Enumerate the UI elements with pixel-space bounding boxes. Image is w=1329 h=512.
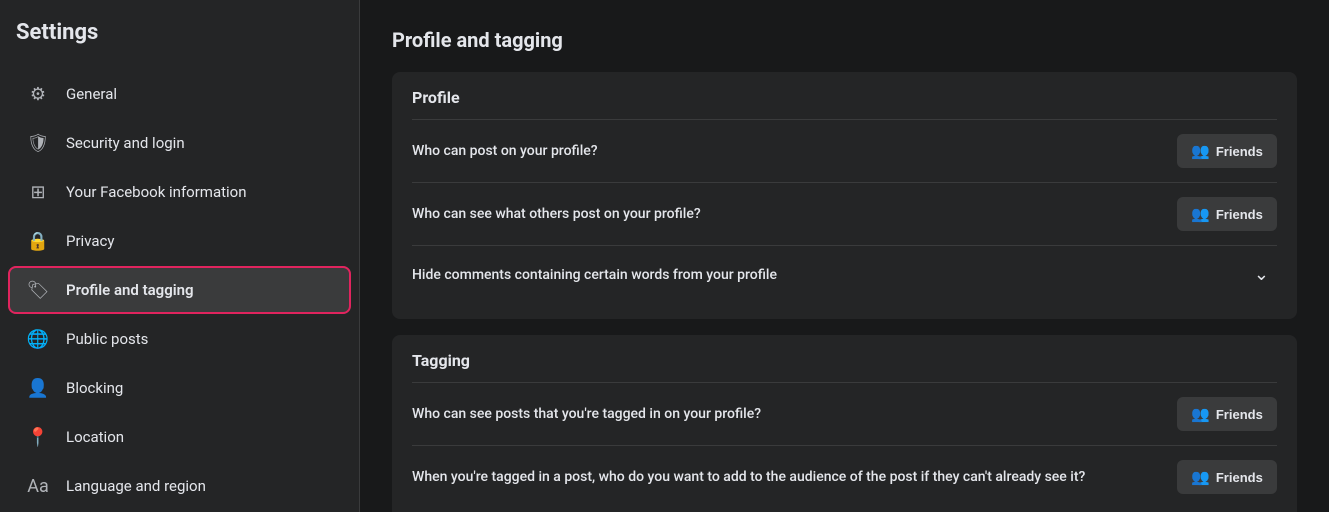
blocking-icon: 👤 — [24, 374, 52, 402]
sidebar-item-label: Language and region — [66, 477, 206, 495]
section-header-tagging: Tagging — [412, 351, 1277, 370]
section-profile: Profile Who can post on your profile? 👥 Fri… — [392, 72, 1297, 319]
general-icon: ⚙ — [24, 80, 52, 108]
setting-value-see-tagged-posts: Friends — [1216, 407, 1263, 422]
sidebar-title: Settings — [0, 20, 359, 61]
setting-value-post-on-profile: Friends — [1216, 144, 1263, 159]
setting-label-see-tagged-posts: Who can see posts that you're tagged in … — [412, 406, 1177, 422]
public-posts-icon: 🌐 — [24, 325, 52, 353]
sidebar-item-language[interactable]: Aa Language and region — [8, 462, 351, 510]
friends-icon: 👥 — [1191, 142, 1210, 160]
sidebar-item-label: Security and login — [66, 134, 185, 152]
section-header-profile: Profile — [412, 88, 1277, 107]
setting-button-post-on-profile[interactable]: 👥 Friends — [1177, 134, 1277, 168]
sidebar: Settings ⚙ General 🛡 Security and login ⊞ You… — [0, 0, 360, 512]
privacy-icon: 🔒 — [24, 227, 52, 255]
setting-button-tagged-audience[interactable]: 👥 Friends — [1177, 460, 1277, 494]
language-icon: Aa — [24, 472, 52, 500]
sidebar-item-security[interactable]: 🛡 Security and login — [8, 119, 351, 167]
friends-icon: 👥 — [1191, 405, 1210, 423]
friends-icon: 👥 — [1191, 468, 1210, 486]
setting-value-tagged-audience: Friends — [1216, 470, 1263, 485]
sidebar-item-blocking[interactable]: 👤 Blocking — [8, 364, 351, 412]
setting-row-post-on-profile: Who can post on your profile? 👥 Friends — [412, 119, 1277, 182]
security-icon: 🛡 — [24, 129, 52, 157]
sidebar-item-label: Privacy — [66, 232, 114, 250]
setting-value-see-others-post: Friends — [1216, 207, 1263, 222]
section-tagging: Tagging Who can see posts that you're tag… — [392, 335, 1297, 512]
setting-button-see-tagged-posts[interactable]: 👥 Friends — [1177, 397, 1277, 431]
setting-label-post-on-profile: Who can post on your profile? — [412, 143, 1177, 159]
setting-button-see-others-post[interactable]: 👥 Friends — [1177, 197, 1277, 231]
setting-row-hide-comments: Hide comments containing certain words f… — [412, 245, 1277, 303]
sidebar-item-privacy[interactable]: 🔒 Privacy — [8, 217, 351, 265]
sidebar-item-label: General — [66, 85, 117, 103]
sidebar-item-location[interactable]: 📍 Location — [8, 413, 351, 461]
sidebar-item-label: Blocking — [66, 379, 123, 397]
expand-button-hide-comments[interactable]: ⌄ — [1246, 260, 1277, 289]
setting-label-tagged-audience: When you're tagged in a post, who do you… — [412, 469, 1177, 485]
setting-row-tagged-audience: When you're tagged in a post, who do you… — [412, 445, 1277, 508]
friends-icon: 👥 — [1191, 205, 1210, 223]
sidebar-item-label: Your Facebook information — [66, 183, 247, 201]
main-content: Profile and tagging Profile Who can post … — [360, 0, 1329, 512]
sidebar-item-facebook-info[interactable]: ⊞ Your Facebook information — [8, 168, 351, 216]
sidebar-item-profile-tagging[interactable]: 🏷 Profile and tagging — [8, 266, 351, 314]
sidebar-item-label: Profile and tagging — [66, 281, 194, 299]
sidebar-item-label: Location — [66, 428, 124, 446]
sidebar-item-label: Public posts — [66, 330, 148, 348]
setting-row-see-others-post: Who can see what others post on your pro… — [412, 182, 1277, 245]
facebook-info-icon: ⊞ — [24, 178, 52, 206]
setting-label-see-others-post: Who can see what others post on your pro… — [412, 206, 1177, 222]
sidebar-item-general[interactable]: ⚙ General — [8, 70, 351, 118]
location-icon: 📍 — [24, 423, 52, 451]
page-title: Profile and tagging — [392, 28, 1297, 52]
setting-label-hide-comments: Hide comments containing certain words f… — [412, 267, 1246, 283]
setting-row-see-tagged-posts: Who can see posts that you're tagged in … — [412, 382, 1277, 445]
sidebar-item-public-posts[interactable]: 🌐 Public posts — [8, 315, 351, 363]
profile-tagging-icon: 🏷 — [24, 276, 52, 304]
